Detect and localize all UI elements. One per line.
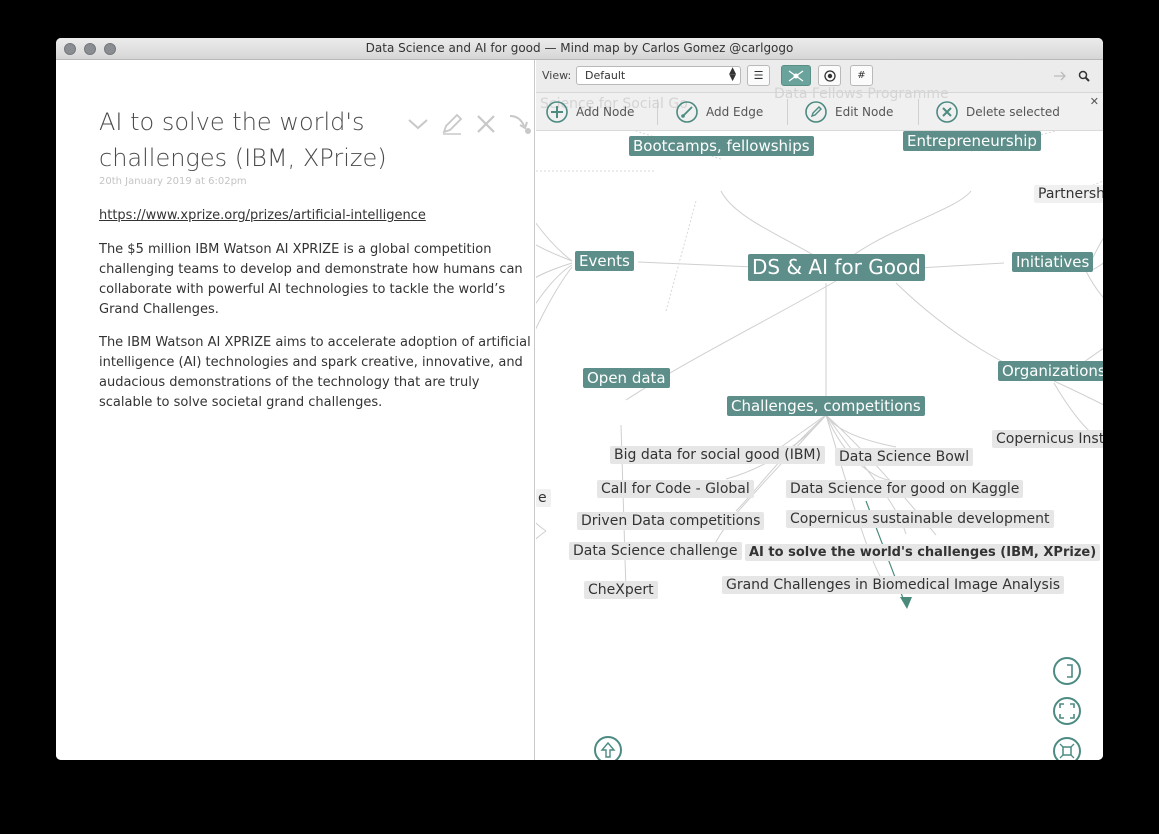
- center-node[interactable]: DS & AI for Good: [748, 254, 925, 281]
- delete-icon: [936, 101, 958, 123]
- link-arrow-icon[interactable]: [508, 112, 532, 136]
- add-node-label: Add Node: [576, 105, 635, 119]
- grid-button[interactable]: #: [850, 65, 873, 86]
- bracket-icon: [1067, 664, 1073, 678]
- leaf-big-data[interactable]: Big data for social good (IBM): [610, 446, 825, 464]
- fit-all-button[interactable]: [1053, 697, 1081, 725]
- add-edge-icon: [676, 101, 698, 123]
- add-node-button[interactable]: Add Node: [546, 100, 634, 124]
- select-arrows-icon: ▲ ▼: [729, 66, 736, 83]
- leaf-ds-bowl[interactable]: Data Science Bowl: [835, 448, 974, 466]
- search-icon[interactable]: [1078, 70, 1090, 82]
- hub-events[interactable]: Events: [575, 251, 634, 271]
- note-paragraph-1: The $5 million IBM Watson AI XPRIZE is a…: [99, 242, 523, 317]
- hash-icon: #: [857, 70, 866, 81]
- edit-toolbar: Science for Social Go Data Fellows Progr…: [536, 86, 1103, 131]
- note-pane: AI to solve the world's challenges (IBM,…: [56, 60, 535, 760]
- leaf-call-for-code[interactable]: Call for Code - Global: [597, 480, 754, 498]
- leaf-chexpert[interactable]: CheXpert: [584, 581, 658, 599]
- note-title: AI to solve the world's challenges (IBM,…: [99, 108, 387, 172]
- add-edge-label: Add Edge: [706, 105, 764, 119]
- graph-icon: [788, 70, 804, 81]
- target-icon: [823, 69, 836, 82]
- chevron-down-icon[interactable]: [406, 112, 430, 136]
- graph-view-button[interactable]: [781, 65, 811, 86]
- arrow-right-icon[interactable]: [1053, 71, 1067, 81]
- arrow-up-icon: [600, 741, 616, 758]
- hub-initiatives[interactable]: Initiatives: [1012, 252, 1094, 272]
- add-edge-button[interactable]: Add Edge: [676, 100, 763, 124]
- leaf-ai-world-selected[interactable]: AI to solve the world's challenges (IBM,…: [745, 544, 1101, 561]
- list-view-button[interactable]: ☰: [747, 65, 770, 86]
- hub-entrepreneurship[interactable]: Entrepreneurship: [903, 131, 1041, 151]
- list-icon: ☰: [753, 69, 764, 82]
- mindmap-pane: View: Default ▲ ▼ ☰ # Science for Social …: [536, 60, 1103, 760]
- note-date: 20th January 2019 at 6:02pm: [99, 176, 247, 187]
- leaf-copernicus-sd[interactable]: Copernicus sustainable development: [786, 510, 1054, 528]
- edit-node-button[interactable]: Edit Node: [805, 100, 893, 124]
- add-node-icon: [546, 101, 568, 123]
- hub-organizations[interactable]: Organizations: [998, 361, 1103, 381]
- window-title: Data Science and AI for good — Mind map …: [365, 41, 794, 55]
- view-select[interactable]: Default ▲ ▼: [576, 66, 741, 85]
- edit-node-label: Edit Node: [835, 105, 894, 119]
- view-select-value: Default: [585, 69, 626, 82]
- delete-selected-label: Delete selected: [966, 105, 1060, 119]
- leaf-ds-challenge[interactable]: Data Science challenge: [569, 542, 742, 560]
- leaf-driven-data[interactable]: Driven Data competitions: [577, 512, 765, 530]
- close-toolbar-icon[interactable]: ✕: [1090, 95, 1099, 108]
- hub-bootcamps[interactable]: Bootcamps, fellowships: [629, 136, 814, 156]
- delete-selected-button[interactable]: Delete selected: [936, 100, 1060, 124]
- edit-pencil-icon[interactable]: [440, 112, 464, 136]
- fit-selection-button[interactable]: [1053, 657, 1081, 685]
- mindmap-canvas[interactable]: Bootcamps, fellowships Entrepreneurship …: [536, 131, 1103, 760]
- pan-up-button[interactable]: [594, 736, 622, 760]
- leaf-ds-kaggle[interactable]: Data Science for good on Kaggle: [786, 480, 1024, 498]
- note-link[interactable]: https://www.xprize.org/prizes/artificial…: [99, 208, 426, 223]
- leaf-copernicus-institute[interactable]: Copernicus Insti: [992, 430, 1103, 448]
- leaf-grand-challenges[interactable]: Grand Challenges in Biomedical Image Ana…: [722, 576, 1065, 594]
- expand-icon: [1059, 703, 1075, 719]
- title-bar: Data Science and AI for good — Mind map …: [56, 38, 1103, 60]
- frame-icon: [1059, 743, 1075, 759]
- hub-challenges[interactable]: Challenges, competitions: [727, 396, 925, 416]
- note-paragraph-2: The IBM Watson AI XPRIZE aims to acceler…: [99, 335, 531, 410]
- zoom-extent-button[interactable]: [1053, 737, 1081, 760]
- close-icon[interactable]: [474, 112, 498, 136]
- hub-partnerships[interactable]: Partnersh: [1034, 185, 1103, 203]
- view-label: View:: [542, 69, 572, 82]
- app-window: Data Science and AI for good — Mind map …: [56, 38, 1103, 760]
- edit-node-icon: [805, 101, 827, 123]
- focus-node-button[interactable]: [818, 65, 841, 86]
- hub-open-data[interactable]: Open data: [583, 368, 670, 388]
- leaf-cut-e[interactable]: e: [536, 489, 551, 507]
